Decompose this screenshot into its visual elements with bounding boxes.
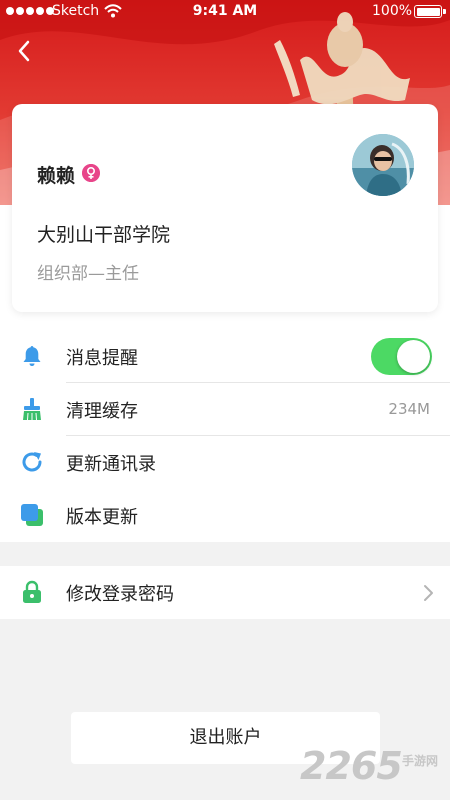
female-icon xyxy=(82,164,100,182)
avatar-image xyxy=(352,134,414,196)
site-watermark: 2265 手游网 xyxy=(300,744,448,790)
security-list: 修改登录密码 xyxy=(0,566,450,619)
setting-row-version-update[interactable]: 版本更新 xyxy=(0,489,450,542)
watermark-text: 手游网 xyxy=(402,754,439,768)
notifications-label: 消息提醒 xyxy=(66,348,138,369)
lock-icon xyxy=(23,580,41,603)
setting-row-update-contacts[interactable]: 更新通讯录 xyxy=(0,436,450,489)
version-update-icon xyxy=(21,504,43,526)
battery-icon xyxy=(414,5,446,18)
chevron-left-icon[interactable] xyxy=(12,38,38,64)
version-update-label: 版本更新 xyxy=(66,507,138,528)
status-bar: Sketch 9:41 AM 100% xyxy=(0,0,450,24)
organization: 大别山干部学院 xyxy=(37,224,171,246)
broom-icon xyxy=(23,398,41,421)
refresh-icon xyxy=(22,452,42,472)
toggle-knob xyxy=(397,340,430,373)
settings-list: 消息提醒 清理缓存 234M 更新通讯录 版本更新 xyxy=(0,330,450,542)
setting-row-notifications[interactable]: 消息提醒 xyxy=(0,330,450,383)
bell-icon xyxy=(23,346,41,366)
update-contacts-label: 更新通讯录 xyxy=(66,454,156,475)
job-position: 组织部—主任 xyxy=(37,264,139,284)
cache-size: 234M xyxy=(388,400,430,418)
profile-card: 赖赖 大别山干部学院 组织部—主任 xyxy=(12,104,438,312)
clear-cache-label: 清理缓存 xyxy=(66,401,138,422)
battery-percent: 100% xyxy=(372,3,413,19)
change-password-label: 修改登录密码 xyxy=(66,584,174,605)
notifications-toggle[interactable] xyxy=(371,338,432,375)
avatar[interactable] xyxy=(352,134,414,196)
setting-row-change-password[interactable]: 修改登录密码 xyxy=(0,566,450,619)
watermark-number: 2265 xyxy=(300,744,403,788)
chevron-right-icon xyxy=(424,585,433,601)
setting-row-clear-cache[interactable]: 清理缓存 234M xyxy=(0,383,450,436)
user-name: 赖赖 xyxy=(37,165,76,187)
